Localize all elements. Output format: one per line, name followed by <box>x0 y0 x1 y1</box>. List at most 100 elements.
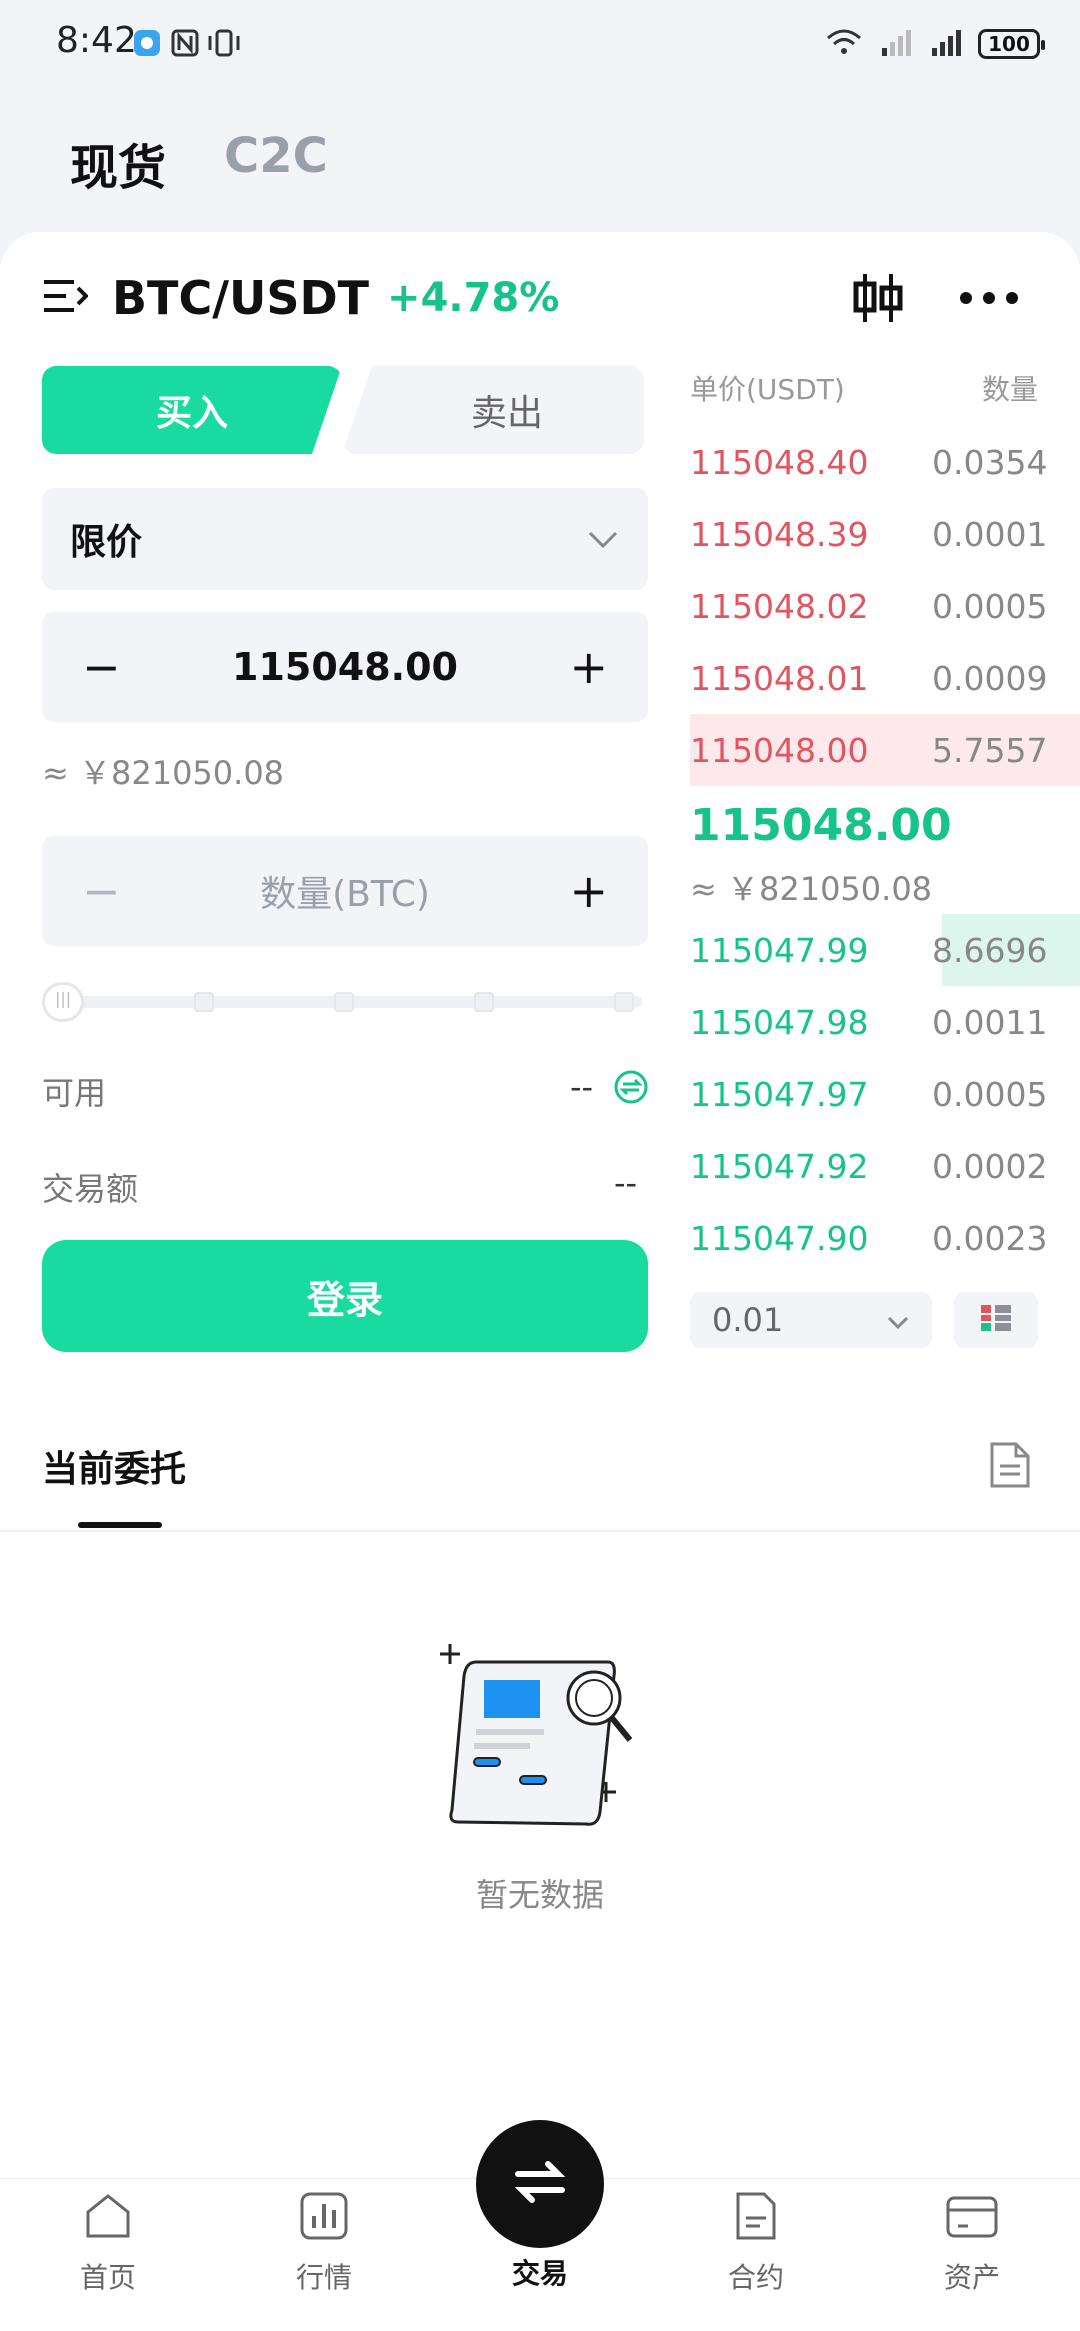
pair-menu-icon[interactable] <box>40 274 89 322</box>
tab-current-orders[interactable]: 当前委托 <box>42 1440 186 1492</box>
market-icon <box>296 2188 352 2248</box>
signal-icon <box>928 26 964 62</box>
trade-icon <box>508 2154 572 2214</box>
bid-qty: 0.0005 <box>932 1074 1048 1114</box>
bid-price: 115047.98 <box>690 1002 869 1042</box>
available-label: 可用 <box>42 1074 107 1112</box>
bid-qty: 0.0011 <box>932 1002 1048 1042</box>
ask-row[interactable]: 115048.01 0.0009 <box>690 648 1080 708</box>
price-increase-button[interactable]: + <box>569 644 608 690</box>
slider-tick[interactable] <box>194 992 214 1012</box>
chevron-down-icon <box>886 1301 910 1339</box>
ask-price: 115048.40 <box>690 442 869 482</box>
ask-price: 115048.01 <box>690 658 869 698</box>
orderbook-layout-button[interactable] <box>954 1292 1038 1348</box>
vibrate-icon <box>206 28 242 62</box>
nav-home[interactable]: 首页 <box>28 2188 188 2296</box>
bid-row[interactable]: 115047.92 0.0002 <box>690 1136 1080 1196</box>
tab-c2c[interactable]: C2C <box>224 128 328 184</box>
price-value[interactable]: 115048.00 <box>232 645 458 689</box>
bid-price: 115047.97 <box>690 1074 869 1114</box>
ask-qty: 5.7557 <box>932 730 1048 770</box>
quantity-placeholder[interactable]: 数量(BTC) <box>260 865 430 917</box>
pair-name[interactable]: BTC/USDT <box>112 271 369 325</box>
ask-price: 115048.00 <box>690 730 869 770</box>
trade-amount-value: -- <box>614 1164 638 1202</box>
bid-qty: 8.6696 <box>932 930 1048 970</box>
nav-trade[interactable]: 交易 <box>460 2244 620 2292</box>
ask-row[interactable]: 115048.39 0.0001 <box>690 504 1080 564</box>
slider-handle[interactable] <box>42 982 84 1022</box>
bid-row[interactable]: 115047.97 0.0005 <box>690 1064 1080 1124</box>
orderbook-layout-icon <box>979 1303 1013 1337</box>
nav-label: 合约 <box>727 2261 784 2294</box>
nav-label: 资产 <box>943 2261 1000 2294</box>
battery-level: 100 <box>988 32 1030 56</box>
chevron-down-icon <box>586 519 620 560</box>
empty-state-text: 暂无数据 <box>475 1876 604 1914</box>
quantity-input[interactable]: − 数量(BTC) + <box>42 836 648 946</box>
last-price-cny: ≈ ￥821050.08 <box>690 870 933 908</box>
ask-price: 115048.39 <box>690 514 869 554</box>
battery-icon: 100 <box>978 29 1045 59</box>
ask-row[interactable]: 115048.00 5.7557 <box>690 720 1080 780</box>
transfer-icon[interactable] <box>612 1068 650 1110</box>
status-time: 8:42 <box>56 20 137 61</box>
bid-row[interactable]: 115047.90 0.0023 <box>690 1208 1080 1268</box>
depth-precision-value: 0.01 <box>712 1301 784 1339</box>
nav-label: 交易 <box>511 2257 568 2290</box>
ask-qty: 0.0009 <box>932 658 1048 698</box>
pair-change: +4.78% <box>387 275 560 321</box>
nav-assets[interactable]: 资产 <box>892 2188 1052 2296</box>
pair-header: BTC/USDT +4.78% <box>40 268 559 328</box>
empty-state-illustration <box>440 1636 640 1840</box>
wallet-icon <box>944 2188 1000 2248</box>
login-button[interactable]: 登录 <box>42 1240 648 1352</box>
orderbook-qty-header: 数量 <box>982 373 1039 406</box>
order-history-icon[interactable] <box>988 1440 1032 1494</box>
quantity-decrease-button[interactable]: − <box>82 868 121 914</box>
amount-slider[interactable] <box>42 982 642 1022</box>
nav-market[interactable]: 行情 <box>244 2188 404 2296</box>
sell-tab[interactable]: 卖出 <box>342 366 644 454</box>
ask-qty: 0.0005 <box>932 586 1048 626</box>
signal-icon <box>878 26 914 62</box>
buy-tab[interactable]: 买入 <box>42 366 342 454</box>
available-value: -- <box>570 1068 594 1106</box>
quantity-increase-button[interactable]: + <box>569 868 608 914</box>
nfc-icon <box>170 28 200 62</box>
nav-label: 行情 <box>295 2261 352 2294</box>
ask-price: 115048.02 <box>690 586 869 626</box>
ask-row[interactable]: 115048.02 0.0005 <box>690 576 1080 636</box>
tab-underline <box>78 1522 162 1528</box>
last-price[interactable]: 115048.00 <box>690 800 952 851</box>
tab-spot[interactable]: 现货 <box>70 128 166 198</box>
orderbook-price-header: 单价(USDT) <box>690 373 845 406</box>
ask-row[interactable]: 115048.40 0.0354 <box>690 432 1080 492</box>
nav-trade-button[interactable] <box>476 2120 604 2248</box>
price-cny-equivalent: ≈ ￥821050.08 <box>42 754 285 792</box>
trade-amount-label: 交易额 <box>42 1170 139 1208</box>
bid-row[interactable]: 115047.98 0.0011 <box>690 992 1080 1052</box>
bid-qty: 0.0002 <box>932 1146 1048 1186</box>
bid-row[interactable]: 115047.99 8.6696 <box>690 920 1080 980</box>
app-notification-icon <box>132 28 162 62</box>
ask-qty: 0.0354 <box>932 442 1048 482</box>
ask-qty: 0.0001 <box>932 514 1048 554</box>
slider-tick[interactable] <box>334 992 354 1012</box>
slider-tick[interactable] <box>474 992 494 1012</box>
divider <box>0 1530 1080 1532</box>
more-icon[interactable] <box>958 284 1020 316</box>
bid-qty: 0.0023 <box>932 1218 1048 1258</box>
bid-price: 115047.90 <box>690 1218 869 1258</box>
nav-label: 首页 <box>79 2261 136 2294</box>
candlestick-chart-icon[interactable] <box>850 270 906 330</box>
depth-precision-select[interactable]: 0.01 <box>690 1292 932 1348</box>
price-input[interactable]: − 115048.00 + <box>42 612 648 722</box>
home-icon <box>80 2188 136 2248</box>
order-type-select[interactable]: 限价 <box>42 488 648 590</box>
slider-tick[interactable] <box>614 992 634 1012</box>
nav-contract[interactable]: 合约 <box>676 2188 836 2296</box>
price-decrease-button[interactable]: − <box>82 644 121 690</box>
order-type-label: 限价 <box>70 522 143 563</box>
